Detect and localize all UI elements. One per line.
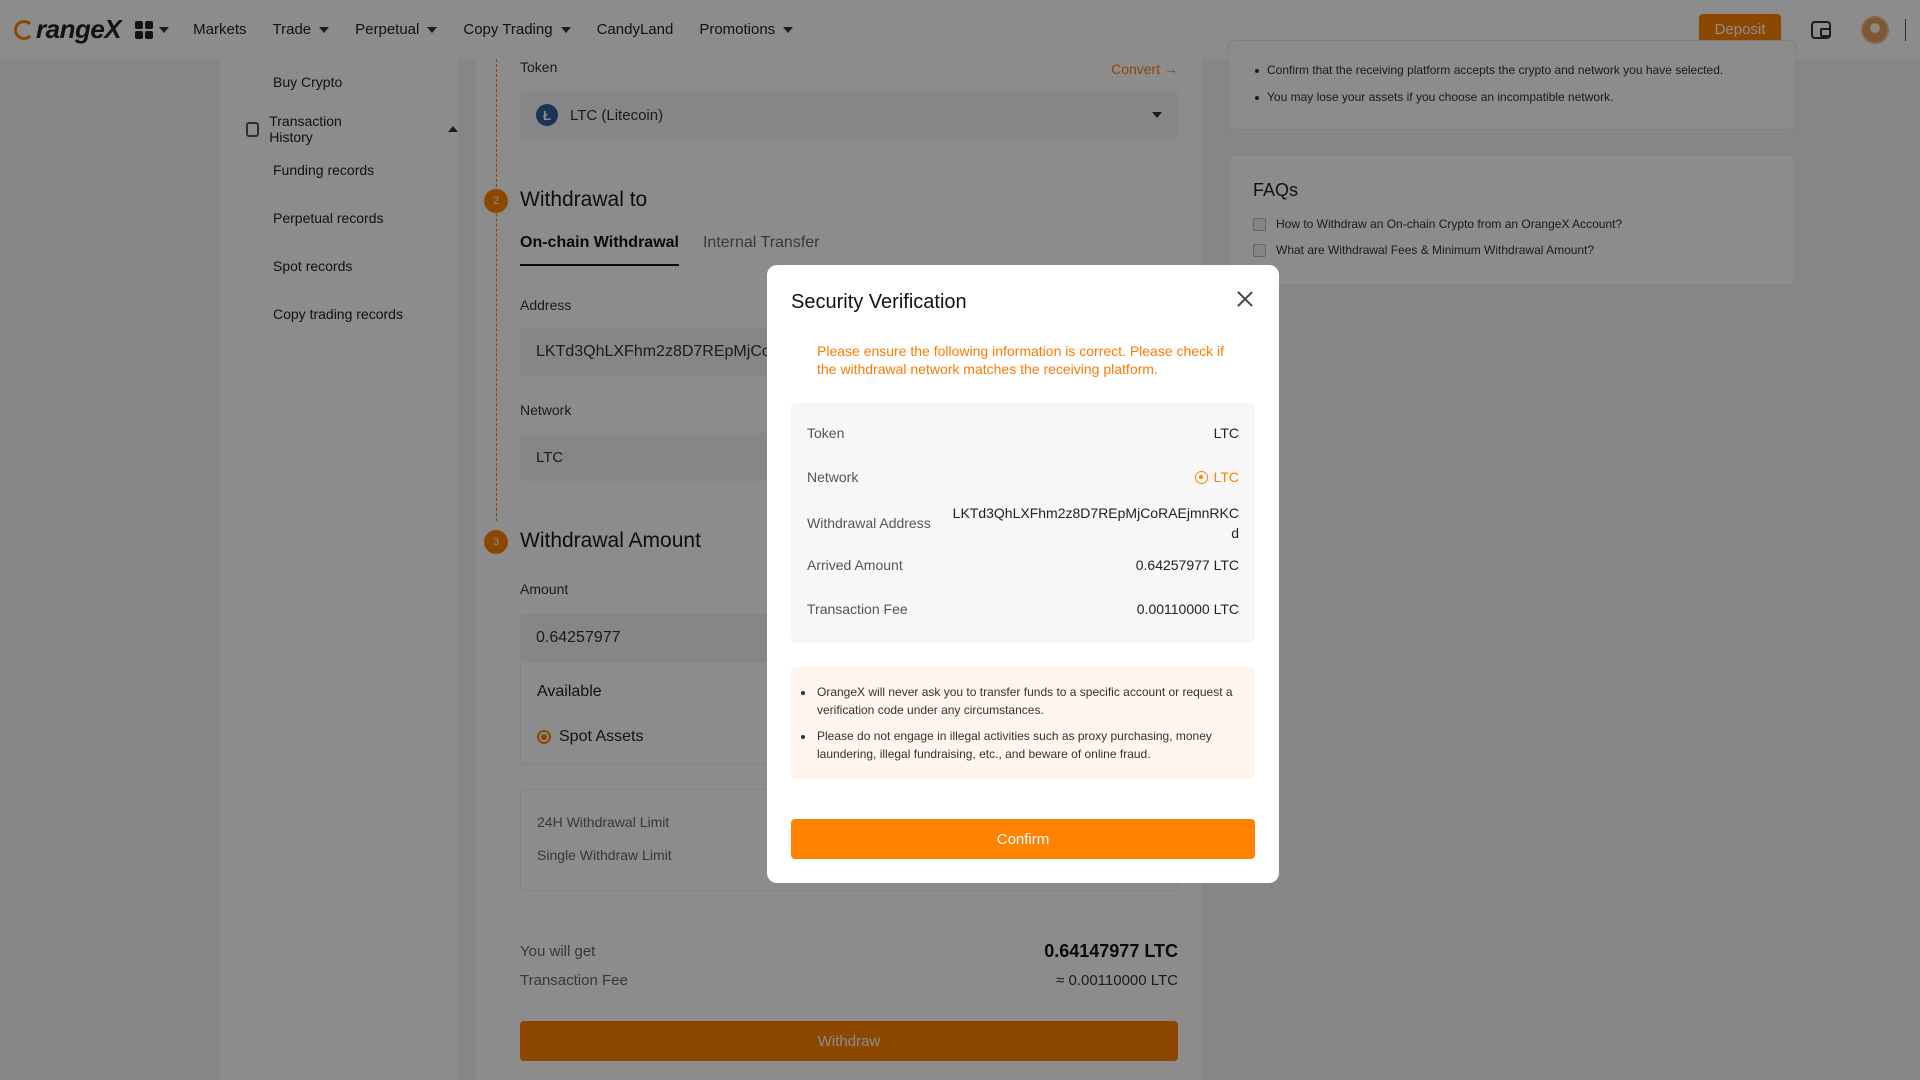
- warning-text: Please ensure the following information …: [817, 343, 1224, 377]
- network-icon: [1194, 470, 1208, 484]
- detail-row-address: Withdrawal Address LKTd3QhLXFhm2z8D7REpM…: [807, 505, 1239, 541]
- security-verification-modal: Security Verification Please ensure the …: [767, 265, 1279, 883]
- detail-row-arrived: Arrived Amount 0.64257977 LTC: [807, 557, 1239, 573]
- detail-row-network: Network LTC: [807, 469, 1239, 485]
- notice-item: OrangeX will never ask you to transfer f…: [815, 683, 1239, 719]
- notice-item: Please do not engage in illegal activiti…: [815, 727, 1239, 763]
- modal-title: Security Verification: [791, 291, 967, 313]
- detail-row-token: Token LTC: [807, 425, 1239, 441]
- detail-row-fee: Transaction Fee 0.00110000 LTC: [807, 601, 1239, 617]
- confirm-button[interactable]: Confirm: [791, 819, 1255, 859]
- anti-fraud-notice: OrangeX will never ask you to transfer f…: [791, 667, 1255, 779]
- close-icon[interactable]: [1237, 291, 1253, 307]
- details-panel: Token LTC Network LTC Withdrawal Address…: [791, 403, 1255, 643]
